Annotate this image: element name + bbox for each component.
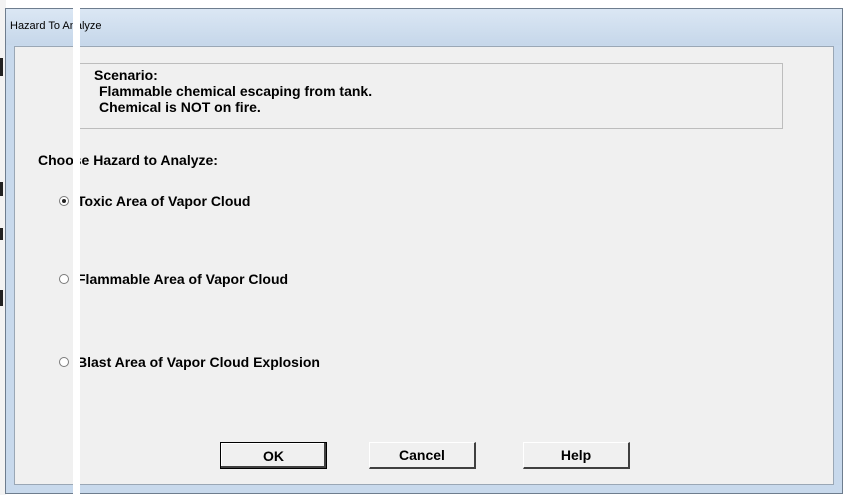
background-mark [0,58,3,76]
help-button[interactable]: Help [523,442,630,469]
dialog-window: Hazard To Analyze Scenario: Flammable ch… [5,8,843,494]
radio-toxic-area[interactable] [59,196,69,206]
scenario-line-2: Chemical is NOT on fire. [99,99,261,115]
overlay-white-bar [73,0,80,495]
option-label-flammable-area[interactable]: Flammable Area of Vapor Cloud [77,271,288,287]
option-label-blast-area[interactable]: Blast Area of Vapor Cloud Explosion [77,354,320,370]
hazard-prompt: Choose Hazard to Analyze: [38,152,218,168]
radio-flammable-area[interactable] [59,274,69,284]
window-title: Hazard To Analyze [10,20,102,32]
cancel-button[interactable]: Cancel [369,442,476,469]
scenario-box: Scenario: Flammable chemical escaping fr… [78,63,783,129]
dialog-body: Scenario: Flammable chemical escaping fr… [14,46,834,485]
title-bar[interactable]: Hazard To Analyze [6,9,842,45]
scenario-heading: Scenario: [94,67,158,83]
scenario-line-1: Flammable chemical escaping from tank. [99,83,373,99]
background-mark [0,228,3,240]
background-mark [0,182,3,196]
option-label-toxic-area[interactable]: Toxic Area of Vapor Cloud [77,193,250,209]
ok-button[interactable]: OK [220,442,327,469]
radio-blast-area[interactable] [59,357,69,367]
background-mark [0,290,3,306]
radio-selected-dot [62,199,66,203]
